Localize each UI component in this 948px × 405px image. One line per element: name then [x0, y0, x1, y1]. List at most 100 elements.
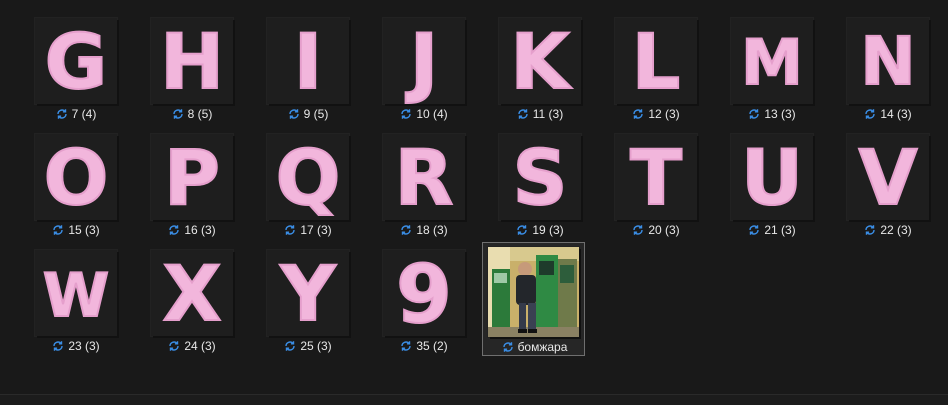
sync-icon [52, 340, 64, 352]
thumbnail: X [151, 250, 233, 336]
file-tile[interactable]: V 22 (3) [838, 130, 938, 244]
file-grid: G 7 (4) H 8 (5) I 9 (5) J 10 (4) K 11 (3… [0, 0, 948, 404]
file-name: 21 (3) [764, 223, 796, 237]
thumbnail: M [731, 18, 813, 104]
letter-glyph: Y [279, 250, 336, 336]
file-tile[interactable]: J 10 (4) [374, 14, 474, 128]
file-caption: 15 (3) [26, 222, 126, 238]
file-name: 15 (3) [68, 223, 100, 237]
thumbnail: Q [267, 134, 349, 220]
file-name: 7 (4) [71, 107, 97, 121]
file-tile[interactable]: M 13 (3) [722, 14, 822, 128]
letter-glyph: L [632, 18, 680, 104]
thumbnail: R [383, 134, 465, 220]
letter-glyph: M [741, 26, 803, 99]
file-caption: 35 (2) [374, 338, 474, 354]
file-name: 24 (3) [184, 339, 216, 353]
file-tile-selected[interactable]: бомжара [482, 242, 585, 356]
file-tile[interactable]: X 24 (3) [142, 246, 242, 360]
thumbnail: S [499, 134, 581, 220]
sync-icon [284, 340, 296, 352]
file-name: 17 (3) [300, 223, 332, 237]
file-name: 14 (3) [880, 107, 912, 121]
thumbnail: V [847, 134, 929, 220]
file-caption: 18 (3) [374, 222, 474, 238]
file-name: 11 (3) [532, 107, 564, 121]
file-tile[interactable]: 9 35 (2) [374, 246, 474, 360]
file-tile[interactable]: T 20 (3) [606, 130, 706, 244]
thumbnail: O [35, 134, 117, 220]
file-caption: 24 (3) [142, 338, 242, 354]
thumbnail: 9 [383, 250, 465, 336]
file-tile[interactable]: O 15 (3) [26, 130, 126, 244]
file-caption: 7 (4) [26, 106, 126, 122]
file-caption: 10 (4) [374, 106, 474, 122]
file-caption: 12 (3) [606, 106, 706, 122]
letter-glyph: V [859, 134, 918, 220]
file-tile[interactable]: P 16 (3) [142, 130, 242, 244]
sync-icon [632, 224, 644, 236]
thumbnail: N [847, 18, 929, 104]
thumbnail: L [615, 18, 697, 104]
sync-icon [56, 108, 68, 120]
file-tile[interactable]: Q 17 (3) [258, 130, 358, 244]
file-name: 20 (3) [648, 223, 680, 237]
thumbnail: G [35, 18, 117, 104]
letter-glyph: O [44, 134, 109, 220]
sync-icon [168, 340, 180, 352]
letter-glyph: I [294, 18, 322, 104]
file-tile[interactable]: H 8 (5) [142, 14, 242, 128]
letter-glyph: H [160, 18, 224, 104]
file-caption: 23 (3) [26, 338, 126, 354]
file-caption: 22 (3) [838, 222, 938, 238]
file-caption: 20 (3) [606, 222, 706, 238]
file-name: бомжара [517, 340, 568, 354]
sync-icon [632, 108, 644, 120]
file-name: 25 (3) [300, 339, 332, 353]
thumbnail: K [499, 18, 581, 104]
file-caption: 13 (3) [722, 106, 822, 122]
file-name: 12 (3) [648, 107, 680, 121]
file-caption: 17 (3) [258, 222, 358, 238]
letter-glyph: X [163, 250, 222, 336]
sync-icon [502, 341, 514, 353]
letter-glyph: G [45, 18, 107, 104]
file-name: 23 (3) [68, 339, 100, 353]
sync-icon [864, 108, 876, 120]
sync-icon [516, 224, 528, 236]
letter-glyph: Q [276, 134, 341, 220]
sync-icon [517, 108, 529, 120]
sync-icon [400, 340, 412, 352]
letter-glyph: N [860, 23, 915, 100]
letter-glyph: S [513, 134, 568, 220]
file-caption: 19 (3) [490, 222, 590, 238]
file-tile[interactable]: W 23 (3) [26, 246, 126, 360]
file-tile[interactable]: Y 25 (3) [258, 246, 358, 360]
sync-icon [172, 108, 184, 120]
letter-glyph: W [43, 261, 109, 331]
file-caption: 9 (5) [258, 106, 358, 122]
thumbnail: H [151, 18, 233, 104]
thumbnail: I [267, 18, 349, 104]
letter-glyph: R [395, 134, 454, 220]
file-tile[interactable]: K 11 (3) [490, 14, 590, 128]
sync-icon [288, 108, 300, 120]
file-tile[interactable]: I 9 (5) [258, 14, 358, 128]
sync-icon [284, 224, 296, 236]
letter-glyph: 9 [396, 250, 452, 336]
file-tile[interactable]: U 21 (3) [722, 130, 822, 244]
horizontal-scrollbar[interactable] [0, 394, 948, 405]
file-tile[interactable]: S 19 (3) [490, 130, 590, 244]
thumbnail: T [615, 134, 697, 220]
letter-glyph: J [405, 18, 438, 104]
letter-glyph: K [511, 18, 573, 104]
file-tile[interactable]: N 14 (3) [838, 14, 938, 128]
photo-thumbnail [488, 247, 579, 337]
file-name: 16 (3) [184, 223, 216, 237]
letter-glyph: T [630, 134, 682, 220]
file-name: 13 (3) [764, 107, 796, 121]
file-name: 18 (3) [416, 223, 448, 237]
file-tile[interactable]: L 12 (3) [606, 14, 706, 128]
file-tile[interactable]: R 18 (3) [374, 130, 474, 244]
file-tile[interactable]: G 7 (4) [26, 14, 126, 128]
